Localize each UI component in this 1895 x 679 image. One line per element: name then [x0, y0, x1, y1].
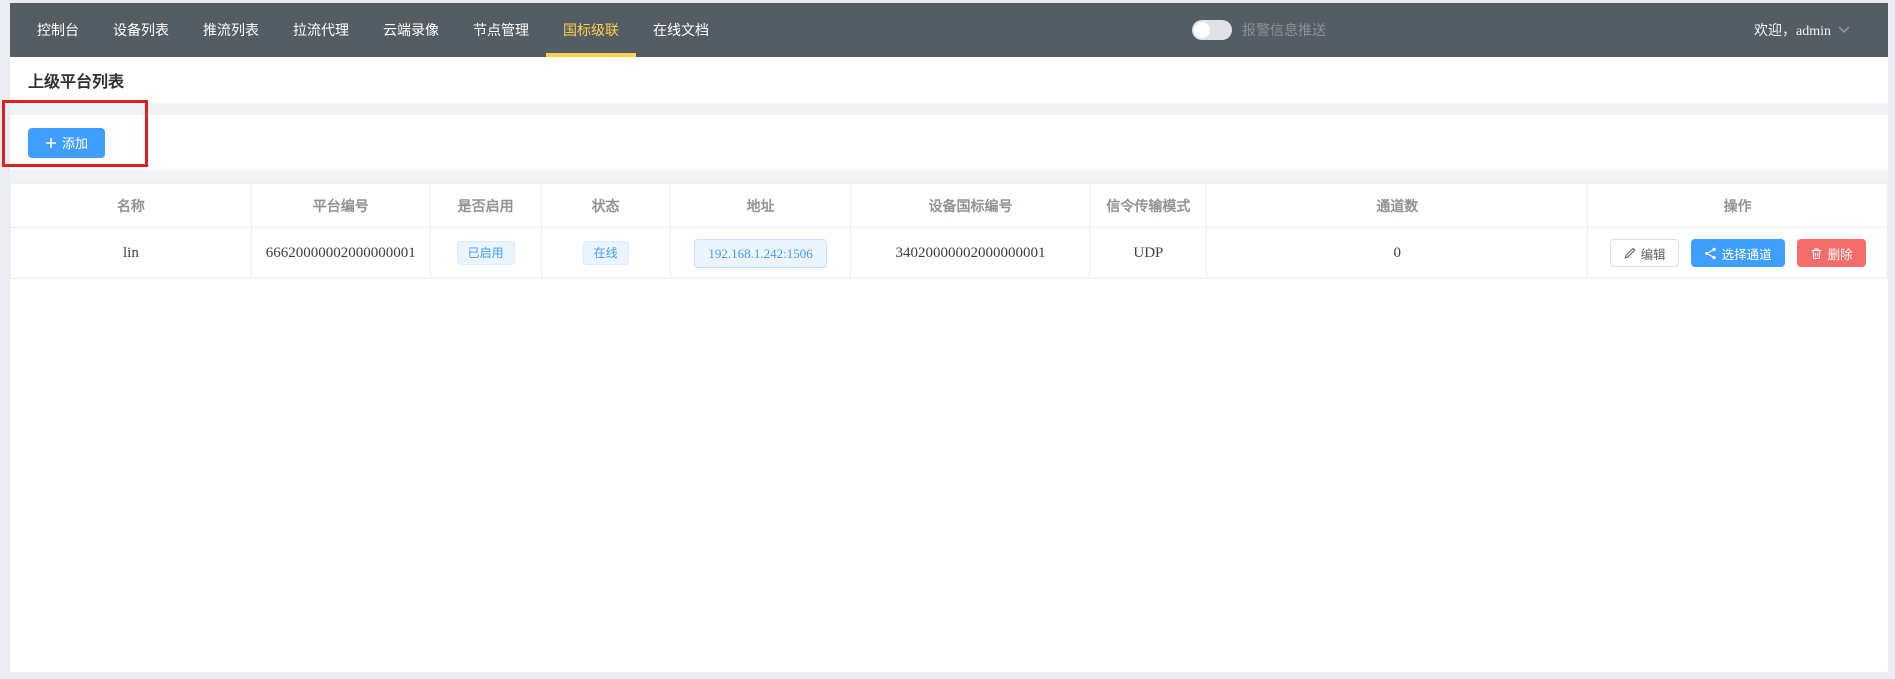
nav-item-gb-cascade[interactable]: 国标级联 [546, 3, 636, 57]
cell-transport-mode: UDP [1090, 228, 1207, 279]
address-badge[interactable]: 192.168.1.242:1506 [694, 239, 826, 268]
edit-button[interactable]: 编辑 [1610, 239, 1679, 267]
share-icon [1704, 247, 1717, 260]
col-header-device-gb-id: 设备国标编号 [851, 184, 1090, 228]
divider-gap [10, 103, 1888, 115]
page-header: 上级平台列表 [10, 57, 1888, 103]
table-header-row: 名称 平台编号 是否启用 状态 地址 设备国标编号 信令传输模式 通道数 操作 [11, 184, 1888, 228]
cell-enabled: 已启用 [430, 228, 541, 279]
nav-item-cloud-record[interactable]: 云端录像 [366, 3, 456, 57]
welcome-text: 欢迎，admin [1754, 20, 1831, 40]
nav-item-push-list[interactable]: 推流列表 [186, 3, 276, 57]
alarm-push-label: 报警信息推送 [1242, 20, 1326, 40]
trash-icon [1810, 247, 1823, 260]
add-button[interactable]: 添加 [28, 128, 105, 158]
nav-item-pull-proxy[interactable]: 拉流代理 [276, 3, 366, 57]
col-header-enabled: 是否启用 [430, 184, 541, 228]
page-title: 上级平台列表 [28, 68, 124, 92]
plus-icon [45, 137, 57, 149]
cell-channel-count: 0 [1207, 228, 1588, 279]
add-button-label: 添加 [62, 133, 88, 152]
delete-button-label: 删除 [1828, 244, 1853, 263]
edit-button-label: 编辑 [1641, 244, 1666, 263]
toolbar: 添加 [10, 115, 1888, 170]
cell-name: lin [11, 228, 252, 279]
username: admin [1796, 24, 1831, 39]
cell-address: 192.168.1.242:1506 [670, 228, 851, 279]
col-header-channel-count: 通道数 [1207, 184, 1588, 228]
enabled-badge: 已启用 [457, 241, 515, 265]
welcome-prefix: 欢迎， [1754, 22, 1796, 38]
nav-item-node-manage[interactable]: 节点管理 [456, 3, 546, 57]
top-navbar: 控制台 设备列表 推流列表 拉流代理 云端录像 节点管理 国标级联 在线文档 报… [10, 3, 1888, 57]
platform-table: 名称 平台编号 是否启用 状态 地址 设备国标编号 信令传输模式 通道数 操作 … [10, 183, 1888, 279]
cell-operations: 编辑 选择通道 [1588, 228, 1888, 279]
col-header-name: 名称 [11, 184, 252, 228]
alarm-push-group: 报警信息推送 [1192, 3, 1326, 57]
delete-button[interactable]: 删除 [1797, 239, 1866, 267]
toggle-knob [1194, 22, 1210, 38]
status-badge: 在线 [583, 241, 629, 265]
select-channel-button-label: 选择通道 [1722, 244, 1772, 263]
col-header-platform-id: 平台编号 [251, 184, 430, 228]
col-header-address: 地址 [670, 184, 851, 228]
col-header-transport-mode: 信令传输模式 [1090, 184, 1207, 228]
table-row: lin 66620000002000000001 已启用 在线 192.168.… [11, 228, 1888, 279]
nav-item-online-docs[interactable]: 在线文档 [636, 3, 726, 57]
cell-status: 在线 [541, 228, 670, 279]
user-menu[interactable]: 欢迎，admin [1754, 3, 1850, 57]
alarm-push-toggle[interactable] [1192, 20, 1232, 40]
platform-table-card: 名称 平台编号 是否启用 状态 地址 设备国标编号 信令传输模式 通道数 操作 … [10, 183, 1888, 672]
divider-gap [10, 170, 1888, 183]
col-header-status: 状态 [541, 184, 670, 228]
chevron-down-icon [1838, 26, 1850, 34]
cell-device-gb-id: 34020000002000000001 [851, 228, 1090, 279]
nav-item-console[interactable]: 控制台 [20, 3, 96, 57]
app-window: 控制台 设备列表 推流列表 拉流代理 云端录像 节点管理 国标级联 在线文档 报… [10, 3, 1888, 672]
col-header-operations: 操作 [1588, 184, 1888, 228]
select-channel-button[interactable]: 选择通道 [1691, 239, 1785, 267]
nav-item-device-list[interactable]: 设备列表 [96, 3, 186, 57]
pencil-icon [1623, 247, 1636, 260]
cell-platform-id: 66620000002000000001 [251, 228, 430, 279]
